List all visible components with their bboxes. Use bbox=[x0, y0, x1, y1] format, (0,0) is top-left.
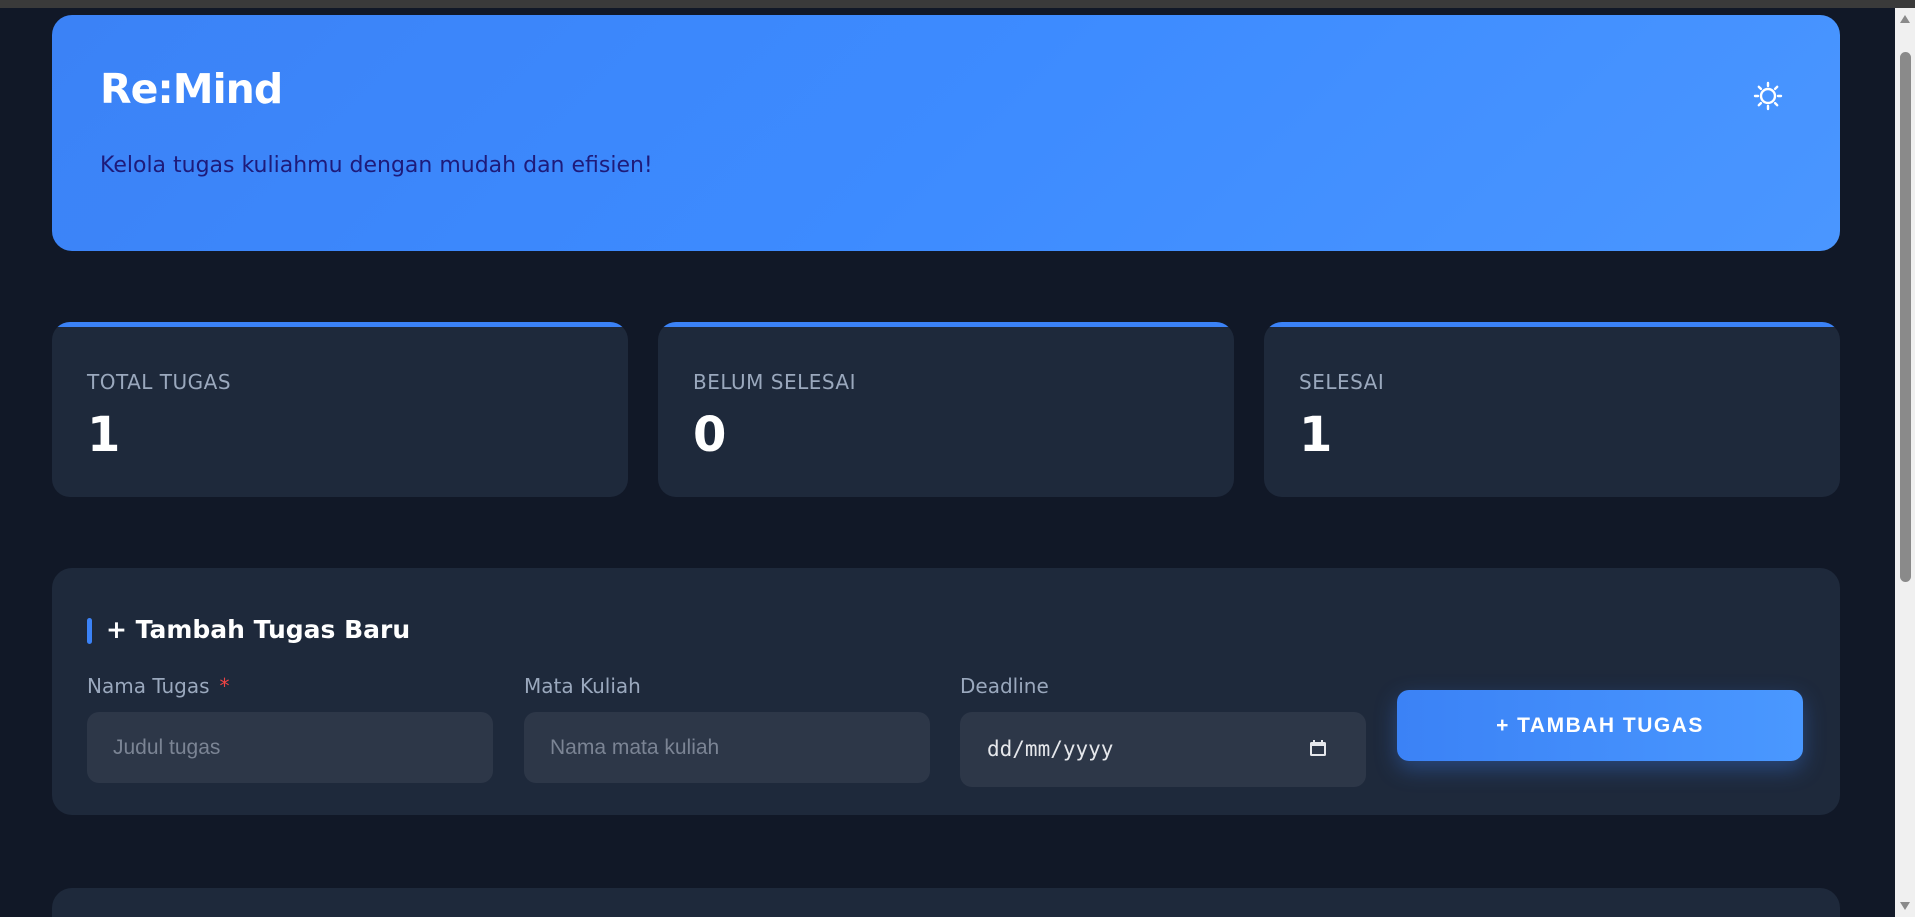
task-name-input[interactable] bbox=[87, 712, 493, 783]
scroll-up-arrow-icon[interactable] bbox=[1895, 10, 1915, 28]
page-content: Re:Mind Kelola tugas kuliahmu dengan mud… bbox=[0, 8, 1895, 917]
hero-banner: Re:Mind Kelola tugas kuliahmu dengan mud… bbox=[52, 15, 1840, 251]
task-name-label: Nama Tugas * bbox=[87, 674, 230, 698]
deadline-value: dd/mm/yyyy bbox=[987, 737, 1114, 761]
scrollbar[interactable] bbox=[1895, 8, 1915, 917]
deadline-input[interactable]: dd/mm/yyyy bbox=[960, 712, 1366, 787]
course-label: Mata Kuliah bbox=[524, 674, 641, 698]
task-name-label-text: Nama Tugas bbox=[87, 674, 210, 698]
theme-toggle-button[interactable] bbox=[1751, 79, 1785, 113]
app-title: Re:Mind bbox=[100, 65, 283, 113]
browser-top-edge bbox=[0, 0, 1915, 8]
deadline-label: Deadline bbox=[960, 674, 1049, 698]
calendar-icon[interactable] bbox=[1308, 738, 1328, 758]
scrollbar-thumb[interactable] bbox=[1900, 52, 1911, 582]
stat-label-total: TOTAL TUGAS bbox=[87, 370, 232, 394]
stat-card-pending: BELUM SELESAI 0 bbox=[658, 322, 1234, 497]
required-mark: * bbox=[219, 674, 230, 698]
stat-label-pending: BELUM SELESAI bbox=[693, 370, 857, 394]
task-list-card bbox=[52, 888, 1840, 917]
stat-value-total: 1 bbox=[87, 407, 121, 463]
stat-label-done: SELESAI bbox=[1299, 370, 1385, 394]
add-task-form: + Tambah Tugas Baru Nama Tugas * Mata Kul… bbox=[52, 568, 1840, 815]
stat-value-pending: 0 bbox=[693, 407, 727, 463]
course-input[interactable] bbox=[524, 712, 930, 783]
app-subtitle: Kelola tugas kuliahmu dengan mudah dan e… bbox=[100, 153, 653, 178]
stat-card-done: SELESAI 1 bbox=[1264, 322, 1840, 497]
stat-value-done: 1 bbox=[1299, 407, 1333, 463]
form-title-accent bbox=[87, 618, 92, 644]
sun-icon bbox=[1753, 81, 1783, 111]
stat-card-total: TOTAL TUGAS 1 bbox=[52, 322, 628, 497]
scroll-down-arrow-icon[interactable] bbox=[1895, 897, 1915, 915]
add-task-button[interactable]: + TAMBAH TUGAS bbox=[1397, 690, 1803, 761]
form-title: + Tambah Tugas Baru bbox=[106, 615, 411, 644]
